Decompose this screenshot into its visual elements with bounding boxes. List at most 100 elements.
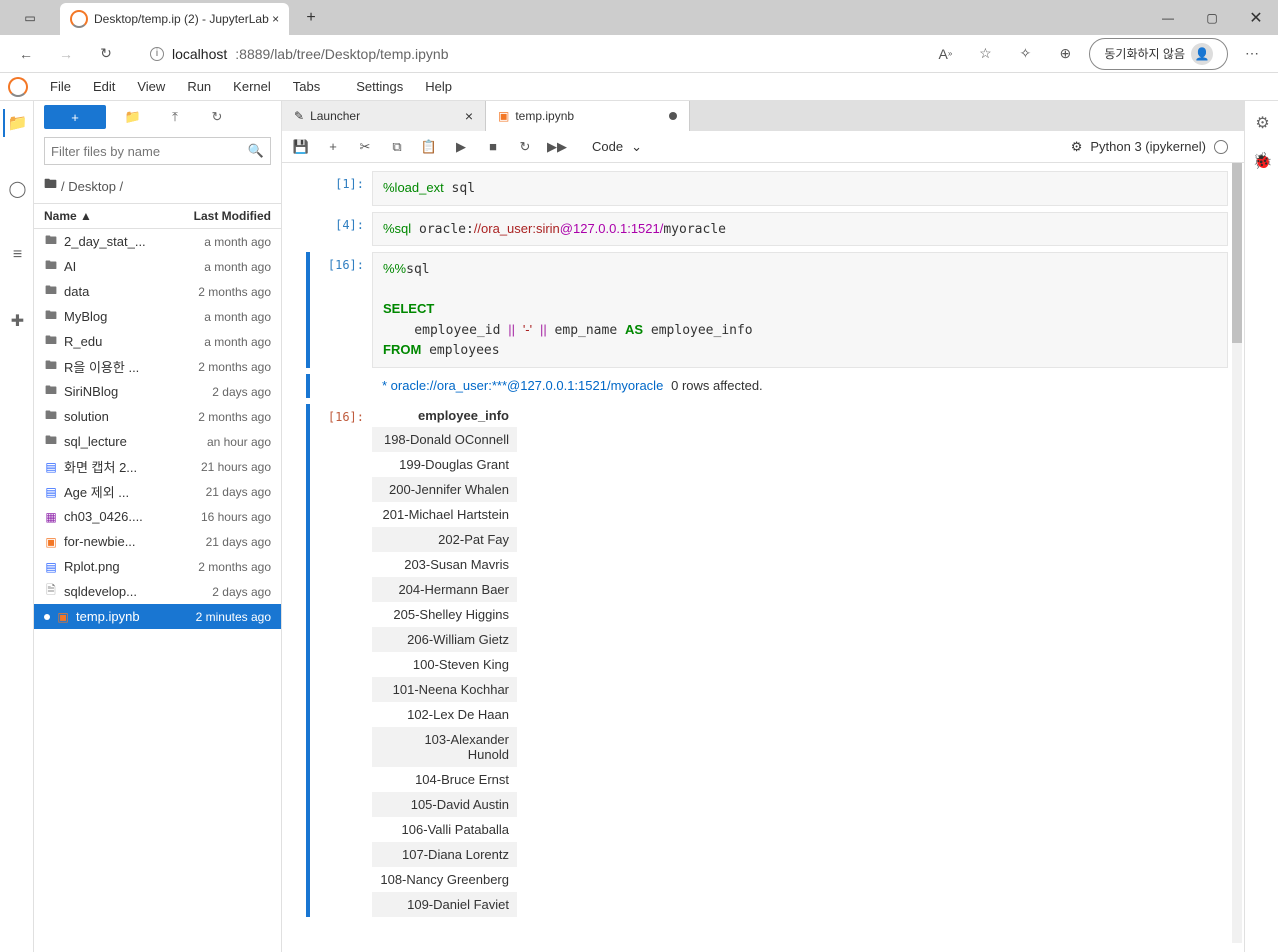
file-row[interactable]: ▣for-newbie...21 days ago	[34, 529, 281, 554]
result-header: employee_info	[372, 404, 517, 427]
kernel-name[interactable]: Python 3 (ipykernel)	[1090, 139, 1206, 154]
restart-button[interactable]: ↻	[514, 136, 536, 158]
file-row[interactable]: ▤Rplot.png2 months ago	[34, 554, 281, 579]
file-name: temp.ipynb	[76, 609, 190, 624]
file-row[interactable]: 🖿R을 이용한 ...2 months ago	[34, 354, 281, 379]
kernel-busy-icon[interactable]: ⚙	[1071, 139, 1083, 155]
image-icon: ▤	[44, 485, 58, 499]
search-icon: 🔍	[248, 143, 264, 159]
restart-run-all-button[interactable]: ▶▶	[546, 136, 568, 158]
more-icon[interactable]: ⋯	[1236, 38, 1268, 70]
sync-button[interactable]: 동기화하지 않음 👤	[1089, 38, 1228, 70]
output-text: * oracle://ora_user:***@127.0.0.1:1521/m…	[372, 374, 1228, 398]
toc-icon[interactable]: ≡	[3, 241, 31, 269]
menu-view[interactable]: View	[133, 77, 169, 96]
favorites-bar-icon[interactable]: ✧	[1009, 38, 1041, 70]
col-name[interactable]: Name ▲	[44, 209, 194, 223]
cell-source[interactable]: %sql oracle://ora_user:sirin@127.0.0.1:1…	[372, 212, 1228, 247]
code-cell[interactable]: [16]: %%sql SELECT employee_id || '-' ||…	[306, 252, 1228, 368]
file-row[interactable]: 🖿AIa month ago	[34, 254, 281, 279]
code-cell[interactable]: [4]: %sql oracle://ora_user:sirin@127.0.…	[306, 212, 1228, 247]
result-row: 108-Nancy Greenberg	[372, 867, 517, 892]
file-modified: an hour ago	[207, 435, 271, 449]
file-name: Age 제외 ...	[64, 482, 200, 501]
close-icon[interactable]: ×	[465, 108, 473, 124]
col-modified[interactable]: Last Modified	[194, 209, 271, 223]
menu-file[interactable]: File	[46, 77, 75, 96]
center-area: ✎ Launcher × ▣ temp.ipynb 💾 + ✂ ⧉ 📋 ▶ ■ …	[282, 101, 1244, 952]
result-row: 202-Pat Fay	[372, 527, 517, 552]
cell-type-select[interactable]: Code ⌄	[586, 137, 658, 157]
new-tab-button[interactable]: +	[289, 0, 333, 35]
menu-help[interactable]: Help	[421, 77, 456, 96]
upload-button[interactable]: ⤒	[160, 105, 190, 129]
file-row[interactable]: 🗎sqldevelop...2 days ago	[34, 579, 281, 604]
filebrowser-icon[interactable]: 📁	[3, 109, 31, 137]
menu-run[interactable]: Run	[183, 77, 215, 96]
copy-button[interactable]: ⧉	[386, 136, 408, 158]
scroll-thumb[interactable]	[1232, 163, 1242, 343]
cell-output: [16]: employee_info 198-Donald OConnell1…	[306, 404, 1228, 917]
file-row[interactable]: 🖿SiriNBlog2 days ago	[34, 379, 281, 404]
result-row: 100-Steven King	[372, 652, 517, 677]
purple-icon: ▦	[44, 510, 58, 524]
code-cell[interactable]: [1]: %load_ext sql	[306, 171, 1228, 206]
browser-tab[interactable]: Desktop/temp.ip (2) - JupyterLab ×	[60, 3, 289, 35]
tab-actions-icon[interactable]: ▭	[8, 0, 52, 35]
file-row[interactable]: 🖿sql_lecturean hour ago	[34, 429, 281, 454]
back-button[interactable]: ←	[10, 38, 42, 70]
file-row[interactable]: ▤Age 제외 ...21 days ago	[34, 479, 281, 504]
scrollbar[interactable]	[1232, 163, 1242, 943]
result-row: 109-Daniel Faviet	[372, 892, 517, 917]
tab-launcher[interactable]: ✎ Launcher ×	[282, 101, 486, 131]
extension-icon[interactable]: ✚	[3, 307, 31, 335]
run-button[interactable]: ▶	[450, 136, 472, 158]
file-row[interactable]: ▤화면 캡처 2...21 hours ago	[34, 454, 281, 479]
maximize-button[interactable]: ▢	[1190, 0, 1234, 35]
file-modified: 21 days ago	[206, 535, 271, 549]
new-launcher-button[interactable]: +	[44, 105, 106, 129]
minimize-button[interactable]: —	[1146, 0, 1190, 35]
menu-kernel[interactable]: Kernel	[229, 77, 275, 96]
running-icon[interactable]: ◯	[3, 175, 31, 203]
stop-button[interactable]: ■	[482, 136, 504, 158]
collections-icon[interactable]: ⊕	[1049, 38, 1081, 70]
cell-source[interactable]: %load_ext sql	[372, 171, 1228, 206]
menu-settings[interactable]: Settings	[352, 77, 407, 96]
filter-input[interactable]	[51, 144, 248, 159]
file-row[interactable]: 🖿MyBloga month ago	[34, 304, 281, 329]
file-row[interactable]: 🖿2_day_stat_...a month ago	[34, 229, 281, 254]
url-field[interactable]: i localhost:8889/lab/tree/Desktop/temp.i…	[140, 39, 911, 69]
result-row: 206-William Gietz	[372, 627, 517, 652]
cell-source[interactable]: %%sql SELECT employee_id || '-' || emp_n…	[372, 252, 1228, 368]
paste-button[interactable]: 📋	[418, 136, 440, 158]
new-folder-button[interactable]: 📁	[118, 105, 148, 129]
read-aloud-icon[interactable]: A»	[929, 38, 961, 70]
file-row[interactable]: ▣temp.ipynb2 minutes ago	[34, 604, 281, 629]
jupyter-menubar: File Edit View Run Kernel Tabs Settings …	[0, 73, 1278, 101]
refresh-files-button[interactable]: ↻	[202, 105, 232, 129]
cut-button[interactable]: ✂	[354, 136, 376, 158]
filter-box[interactable]: 🔍	[44, 137, 271, 165]
refresh-button[interactable]: ↻	[90, 38, 122, 70]
dirty-indicator-icon	[669, 112, 677, 120]
save-button[interactable]: 💾	[290, 136, 312, 158]
close-button[interactable]: ✕	[1234, 0, 1278, 35]
jupyter-logo-icon[interactable]	[8, 77, 28, 97]
breadcrumb[interactable]: 🖿 / Desktop /	[34, 169, 281, 203]
debug-icon[interactable]: 🐞	[1248, 147, 1276, 175]
forward-button[interactable]: →	[50, 38, 82, 70]
file-row[interactable]: 🖿data2 months ago	[34, 279, 281, 304]
menu-edit[interactable]: Edit	[89, 77, 119, 96]
insert-cell-button[interactable]: +	[322, 136, 344, 158]
favorite-icon[interactable]: ☆	[969, 38, 1001, 70]
file-name: ch03_0426....	[64, 509, 195, 524]
menu-tabs[interactable]: Tabs	[289, 77, 324, 96]
file-row[interactable]: 🖿R_edua month ago	[34, 329, 281, 354]
property-inspector-icon[interactable]: ⚙	[1248, 109, 1276, 137]
tab-notebook[interactable]: ▣ temp.ipynb	[486, 101, 690, 131]
file-row[interactable]: 🖿solution2 months ago	[34, 404, 281, 429]
file-row[interactable]: ▦ch03_0426....16 hours ago	[34, 504, 281, 529]
info-icon: i	[150, 47, 164, 61]
sort-asc-icon: ▲	[80, 209, 92, 223]
